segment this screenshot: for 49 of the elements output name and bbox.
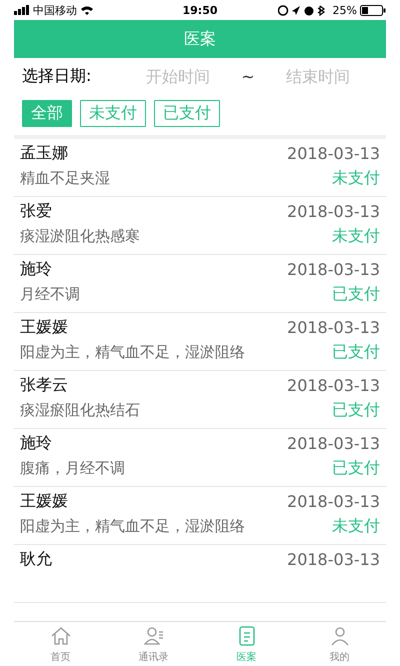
battery-percent: 25%	[332, 4, 357, 16]
payment-status: 已支付	[332, 342, 380, 363]
diagnosis-text: 月经不调	[20, 285, 80, 304]
record-row[interactable]: 耿允 2018-03-13	[14, 545, 386, 603]
patient-name: 张爱	[20, 201, 52, 222]
record-date: 2018-03-13	[287, 550, 380, 569]
record-row[interactable]: 施玲 2018-03-13 月经不调 已支付	[14, 255, 386, 313]
payment-status: 未支付	[332, 226, 380, 247]
diagnosis-text: 阳虚为主，精气血不足，湿淤阻络	[20, 343, 245, 362]
record-row[interactable]: 王媛媛 2018-03-13 阳虚为主，精气血不足，湿淤阻络 未支付	[14, 487, 386, 545]
diagnosis-text: 痰湿淤阻化热感寒	[20, 227, 140, 246]
signal-icon	[14, 5, 30, 15]
end-date-field[interactable]: 结束时间	[258, 66, 378, 86]
record-row[interactable]: 张孝云 2018-03-13 痰湿瘀阻化热结石 已支付	[14, 371, 386, 429]
record-row[interactable]: 孟玉娜 2018-03-13 精血不足夹湿 未支付	[14, 139, 386, 197]
range-separator: ~	[240, 66, 256, 86]
patient-name: 施玲	[20, 259, 52, 280]
carrier-name: 中国移动	[33, 2, 77, 18]
record-row[interactable]: 王媛媛 2018-03-13 阳虚为主，精气血不足，湿淤阻络 已支付	[14, 313, 386, 371]
patient-name: 王媛媛	[20, 317, 68, 338]
record-date: 2018-03-13	[287, 260, 380, 279]
payment-status: 已支付	[332, 400, 380, 421]
patient-name: 张孝云	[20, 375, 68, 396]
diagnosis-text: 精血不足夹湿	[20, 169, 110, 188]
record-date: 2018-03-13	[287, 318, 380, 337]
payment-status: 已支付	[332, 284, 380, 305]
record-date: 2018-03-13	[287, 434, 380, 453]
patient-name: 孟玉娜	[20, 143, 68, 164]
page-title: 医案	[184, 28, 216, 50]
date-label: 选择日期:	[22, 66, 92, 86]
clock-time: 19:50	[182, 4, 218, 16]
record-row[interactable]: 施玲 2018-03-13 腹痛，月经不调 已支付	[14, 429, 386, 487]
record-date: 2018-03-13	[287, 202, 380, 221]
payment-status: 未支付	[332, 516, 380, 537]
diagnosis-text: 腹痛，月经不调	[20, 459, 125, 478]
battery-icon	[360, 4, 386, 16]
patient-name: 王媛媛	[20, 491, 68, 512]
patient-name: 耿允	[20, 549, 52, 570]
wifi-icon	[80, 5, 94, 15]
payment-status: 未支付	[332, 168, 380, 189]
record-date: 2018-03-13	[287, 376, 380, 395]
start-date-field[interactable]: 开始时间	[118, 66, 238, 86]
payment-status: 已支付	[332, 458, 380, 479]
record-date: 2018-03-13	[287, 492, 380, 511]
record-date: 2018-03-13	[287, 144, 380, 163]
record-row[interactable]: 张爱 2018-03-13 痰湿淤阻化热感寒 未支付	[14, 197, 386, 255]
patient-name: 施玲	[20, 433, 52, 454]
diagnosis-text: 阳虚为主，精气血不足，湿淤阻络	[20, 517, 245, 536]
diagnosis-text: 痰湿瘀阻化热结石	[20, 401, 140, 420]
